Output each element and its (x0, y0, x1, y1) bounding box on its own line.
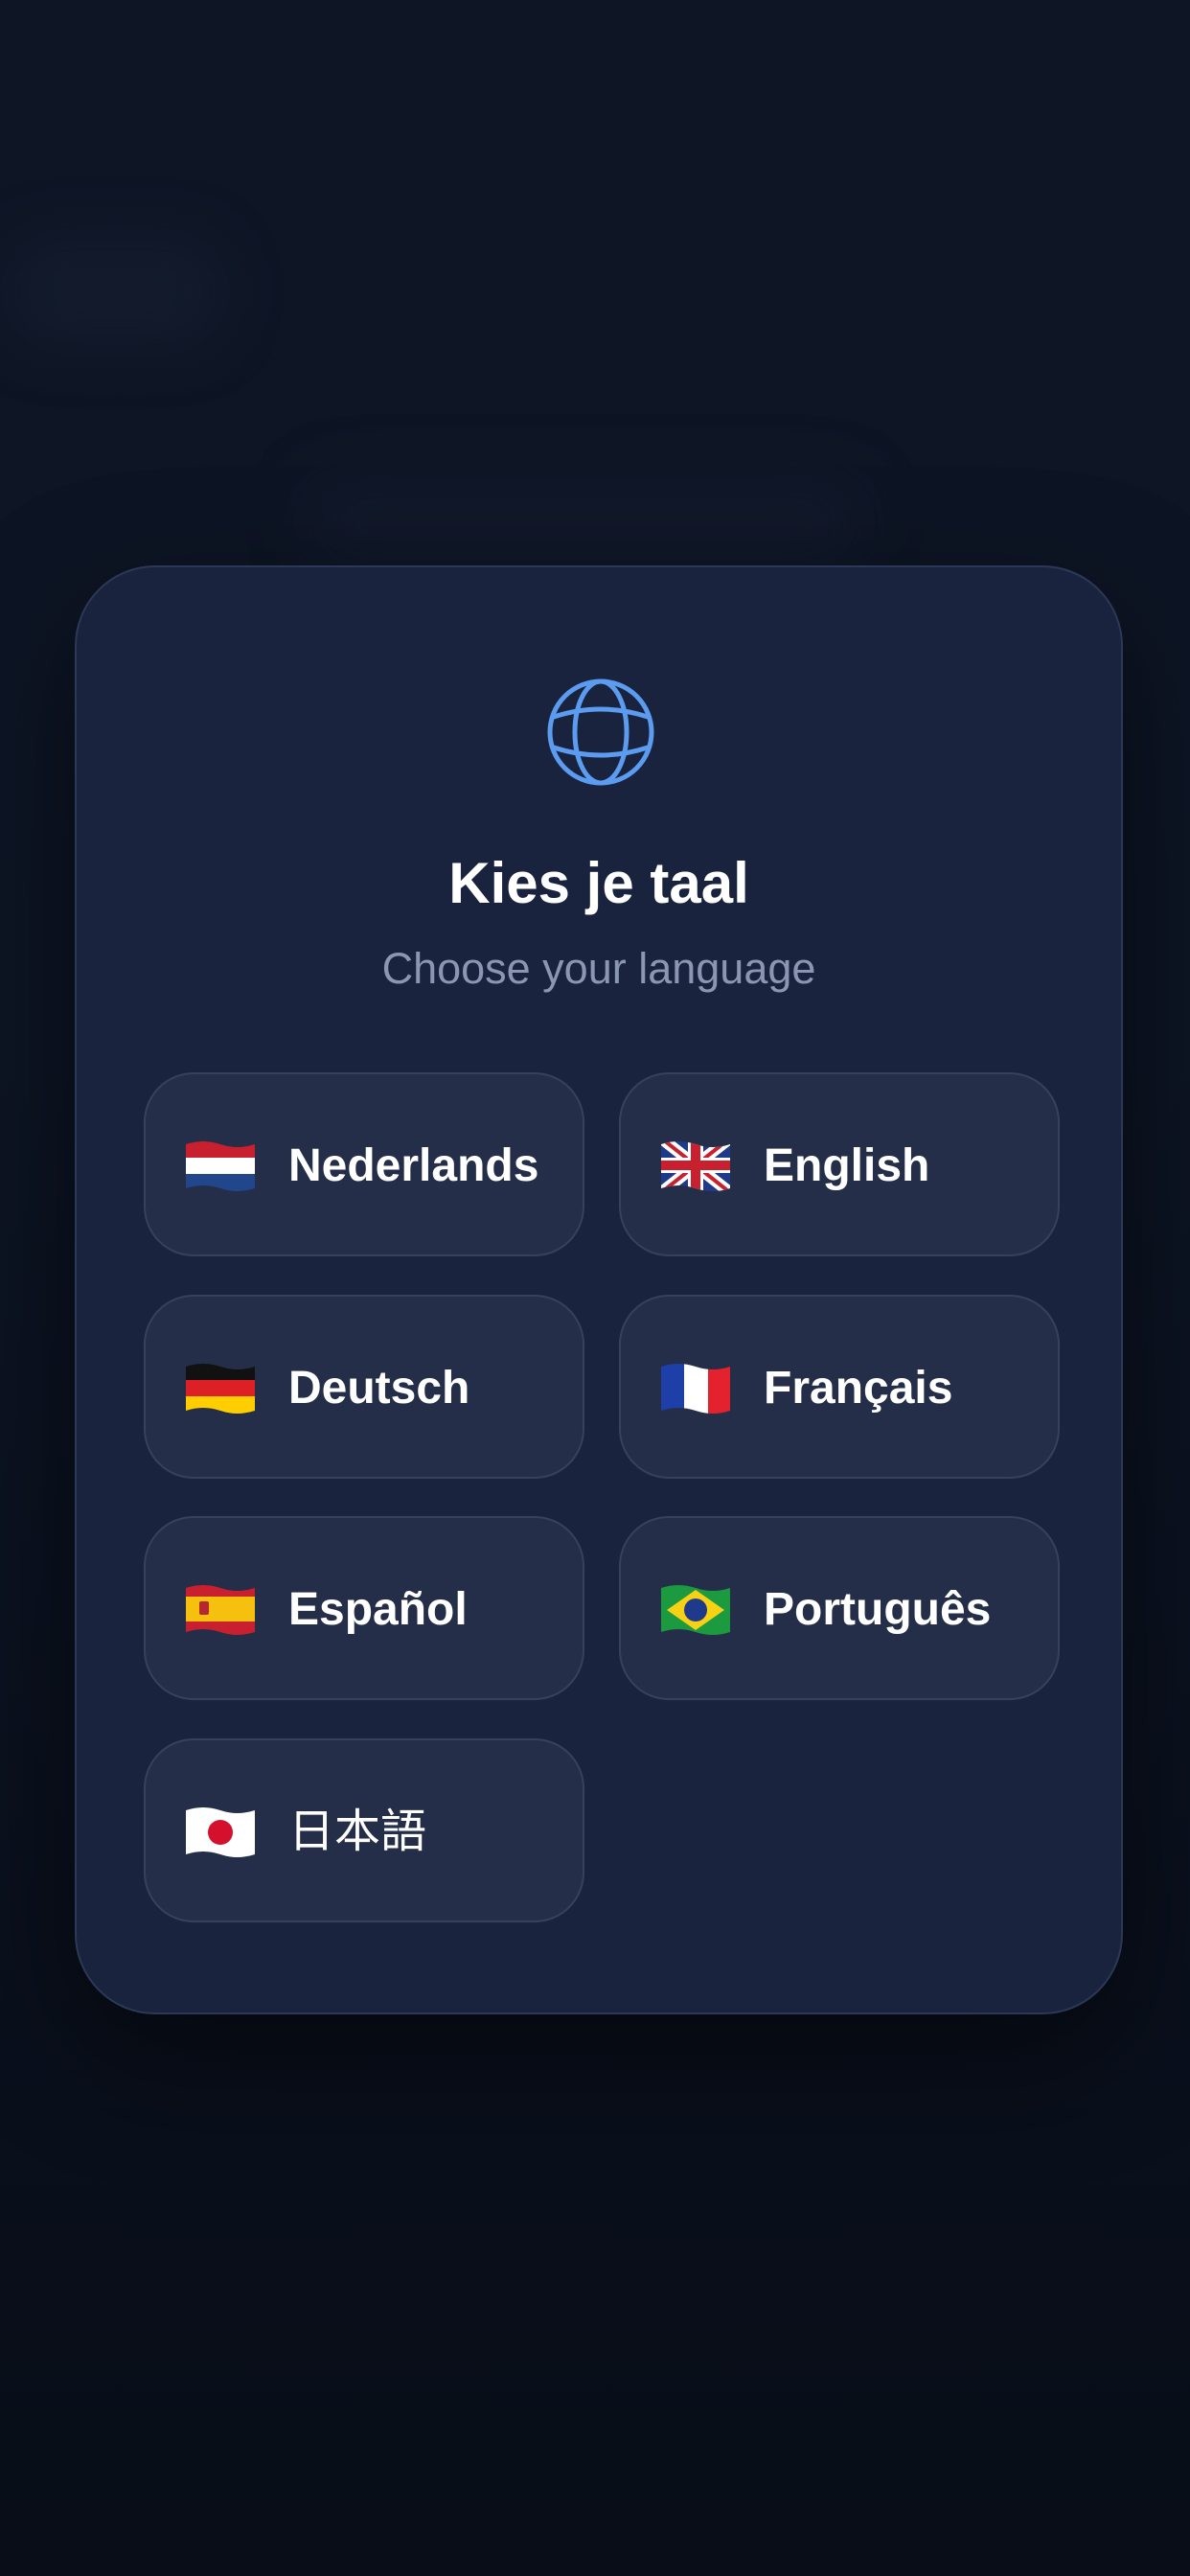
dialog-subtitle: Choose your language (381, 944, 816, 993)
language-option-nederlands[interactable]: Nederlands (144, 1072, 584, 1256)
language-label: Español (288, 1584, 468, 1635)
netherlands-flag-icon (186, 1141, 255, 1191)
language-option-english[interactable]: English (619, 1072, 1060, 1256)
dialog-title: Kies je taal (448, 851, 749, 915)
background-blur (10, 240, 220, 345)
spain-flag-icon (186, 1585, 255, 1635)
language-option-espanol[interactable]: Español (144, 1516, 584, 1700)
language-option-francais[interactable]: Français (619, 1295, 1060, 1479)
language-option-portugues[interactable]: Português (619, 1516, 1060, 1700)
language-label: Nederlands (288, 1140, 539, 1191)
language-label: Deutsch (288, 1363, 470, 1414)
united-kingdom-flag-icon (661, 1141, 730, 1191)
background-blur (307, 479, 862, 565)
language-option-japanese[interactable]: 日本語 (144, 1738, 584, 1922)
language-option-deutsch[interactable]: Deutsch (144, 1295, 584, 1479)
language-label: Português (764, 1584, 992, 1635)
france-flag-icon (661, 1364, 730, 1414)
germany-flag-icon (186, 1364, 255, 1414)
language-dialog: Kies je taal Choose your language Nederl… (75, 565, 1123, 2014)
language-label: 日本語 (288, 1806, 427, 1857)
language-label: English (764, 1140, 930, 1191)
japan-flag-icon (186, 1807, 255, 1857)
brazil-flag-icon (661, 1585, 730, 1635)
globe-icon (547, 678, 654, 786)
language-label: Français (764, 1363, 953, 1414)
